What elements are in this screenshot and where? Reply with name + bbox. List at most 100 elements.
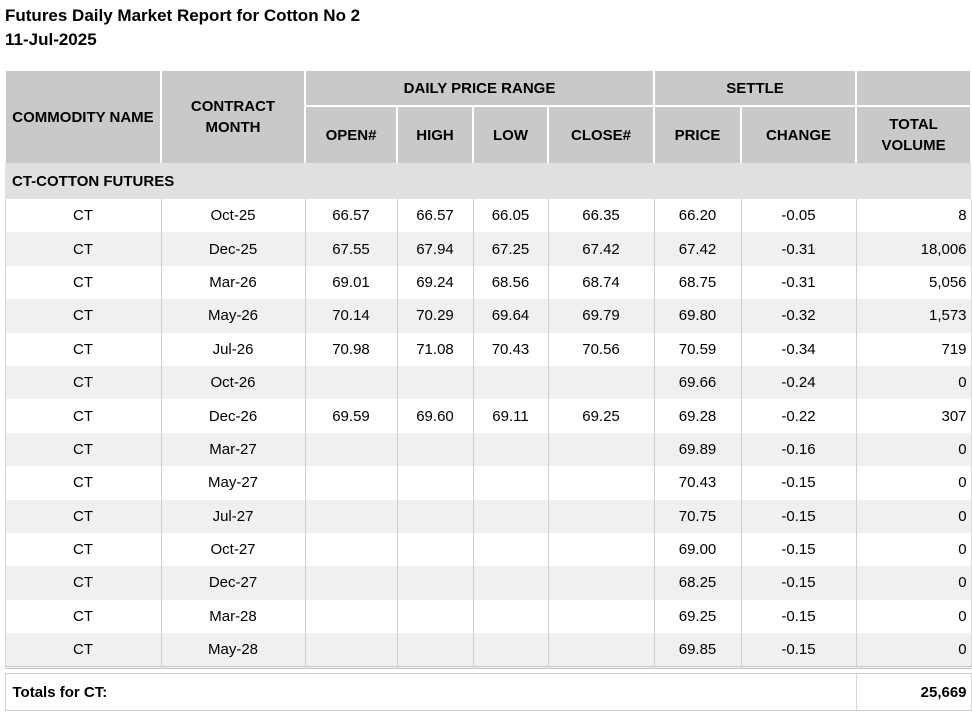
cell-contract-month: Oct-26 bbox=[160, 365, 305, 400]
cell-close bbox=[547, 599, 655, 634]
cell-settle-price: 66.20 bbox=[653, 199, 742, 233]
totals-volume: 25,669 bbox=[855, 673, 972, 712]
cell-contract-month: Dec-26 bbox=[160, 399, 305, 433]
cell-contract-month: Oct-27 bbox=[160, 532, 305, 567]
cell-settle-change: -0.31 bbox=[740, 232, 857, 266]
cell-close bbox=[547, 466, 655, 500]
cell-high: 71.08 bbox=[396, 332, 473, 366]
cell-open bbox=[304, 499, 397, 533]
cell-settle-change: -0.15 bbox=[740, 599, 857, 634]
cell-settle-price: 69.28 bbox=[653, 399, 742, 433]
cell-high bbox=[396, 499, 473, 533]
cell-commodity: CT bbox=[4, 432, 161, 467]
cell-open bbox=[304, 532, 397, 567]
cell-total-volume: 0 bbox=[855, 633, 972, 670]
cell-open bbox=[304, 365, 397, 400]
header-total-volume: TOTAL VOLUME bbox=[855, 105, 972, 163]
table-row: CT Oct-26 69.66 -0.24 0 bbox=[4, 365, 972, 400]
cell-high bbox=[396, 365, 473, 400]
cell-close bbox=[547, 633, 655, 670]
cell-settle-price: 69.80 bbox=[653, 299, 742, 333]
cell-low bbox=[472, 599, 548, 634]
cell-close: 68.74 bbox=[547, 265, 655, 300]
cell-high: 66.57 bbox=[396, 199, 473, 233]
cell-contract-month: May-26 bbox=[160, 299, 305, 333]
cell-open bbox=[304, 466, 397, 500]
cell-contract-month: Dec-27 bbox=[160, 566, 305, 600]
cell-high: 67.94 bbox=[396, 232, 473, 266]
cell-close bbox=[547, 432, 655, 467]
cell-settle-change: -0.24 bbox=[740, 365, 857, 400]
header-open: OPEN# bbox=[304, 105, 398, 163]
cell-low bbox=[472, 499, 548, 533]
cell-settle-change: -0.22 bbox=[740, 399, 857, 433]
cell-low: 67.25 bbox=[472, 232, 548, 266]
cell-commodity: CT bbox=[4, 265, 161, 300]
header-contract-month: CONTRACT MONTH bbox=[160, 69, 306, 163]
cell-commodity: CT bbox=[4, 399, 161, 433]
section-label: CT-COTTON FUTURES bbox=[5, 163, 972, 199]
cell-total-volume: 719 bbox=[855, 332, 972, 366]
cell-commodity: CT bbox=[4, 633, 161, 670]
cell-close: 67.42 bbox=[547, 232, 655, 266]
cell-high bbox=[396, 466, 473, 500]
cell-settle-price: 67.42 bbox=[653, 232, 742, 266]
cell-high bbox=[396, 532, 473, 567]
table-row: CT Mar-27 69.89 -0.16 0 bbox=[4, 432, 972, 467]
cell-total-volume: 18,006 bbox=[855, 232, 972, 266]
cell-settle-change: -0.31 bbox=[740, 265, 857, 300]
table-row: CT Oct-25 66.57 66.57 66.05 66.35 66.20 -0.05 8 bbox=[4, 199, 972, 233]
header-commodity-name: COMMODITY NAME bbox=[4, 69, 162, 163]
cell-settle-change: -0.15 bbox=[740, 499, 857, 533]
cell-commodity: CT bbox=[4, 499, 161, 533]
header-change: CHANGE bbox=[740, 105, 858, 163]
cell-high bbox=[396, 633, 473, 670]
cell-low bbox=[472, 365, 548, 400]
cell-close bbox=[547, 365, 655, 400]
cell-commodity: CT bbox=[4, 232, 161, 266]
header-close: CLOSE# bbox=[546, 105, 656, 163]
table-row: CT Jul-26 70.98 71.08 70.43 70.56 70.59 -0.34 71… bbox=[4, 332, 972, 366]
cell-close: 70.56 bbox=[547, 332, 655, 366]
cell-settle-price: 70.43 bbox=[653, 466, 742, 500]
cell-low bbox=[472, 532, 548, 567]
table-row: CT Dec-26 69.59 69.60 69.11 69.25 69.28 -0.22 30… bbox=[4, 399, 972, 433]
cell-settle-price: 69.00 bbox=[653, 532, 742, 567]
totals-label: Totals for CT: bbox=[4, 673, 857, 712]
cell-high bbox=[396, 566, 473, 600]
cell-commodity: CT bbox=[4, 365, 161, 400]
cell-contract-month: Mar-26 bbox=[160, 265, 305, 300]
cell-total-volume: 0 bbox=[855, 466, 972, 500]
cell-open: 67.55 bbox=[304, 232, 397, 266]
cell-close: 69.25 bbox=[547, 399, 655, 433]
cell-settle-price: 70.75 bbox=[653, 499, 742, 533]
cell-low: 69.11 bbox=[472, 399, 548, 433]
cell-total-volume: 307 bbox=[855, 399, 972, 433]
cell-contract-month: Mar-28 bbox=[160, 599, 305, 634]
cell-contract-month: Mar-27 bbox=[160, 432, 305, 467]
cell-commodity: CT bbox=[4, 466, 161, 500]
cell-settle-change: -0.34 bbox=[740, 332, 857, 366]
cell-contract-month: Jul-26 bbox=[160, 332, 305, 366]
cell-commodity: CT bbox=[4, 332, 161, 366]
cell-low bbox=[472, 566, 548, 600]
cell-open: 69.01 bbox=[304, 265, 397, 300]
table-row: CT Mar-28 69.25 -0.15 0 bbox=[4, 599, 972, 634]
cell-low: 68.56 bbox=[472, 265, 548, 300]
cell-close bbox=[547, 532, 655, 567]
cell-open: 66.57 bbox=[304, 199, 397, 233]
cell-total-volume: 0 bbox=[855, 432, 972, 467]
cell-open bbox=[304, 432, 397, 467]
header-daily-price-range: DAILY PRICE RANGE bbox=[303, 69, 656, 107]
cell-total-volume: 0 bbox=[855, 599, 972, 634]
header-high: HIGH bbox=[396, 105, 474, 163]
cell-close: 69.79 bbox=[547, 299, 655, 333]
cell-total-volume: 8 bbox=[855, 199, 972, 233]
cell-high bbox=[396, 599, 473, 634]
header-volume-spacer bbox=[855, 69, 972, 107]
cell-settle-change: -0.32 bbox=[740, 299, 857, 333]
totals-row: Totals for CT: 25,669 bbox=[4, 673, 972, 712]
cell-low: 70.43 bbox=[472, 332, 548, 366]
cell-commodity: CT bbox=[4, 199, 161, 233]
cell-low bbox=[472, 633, 548, 670]
